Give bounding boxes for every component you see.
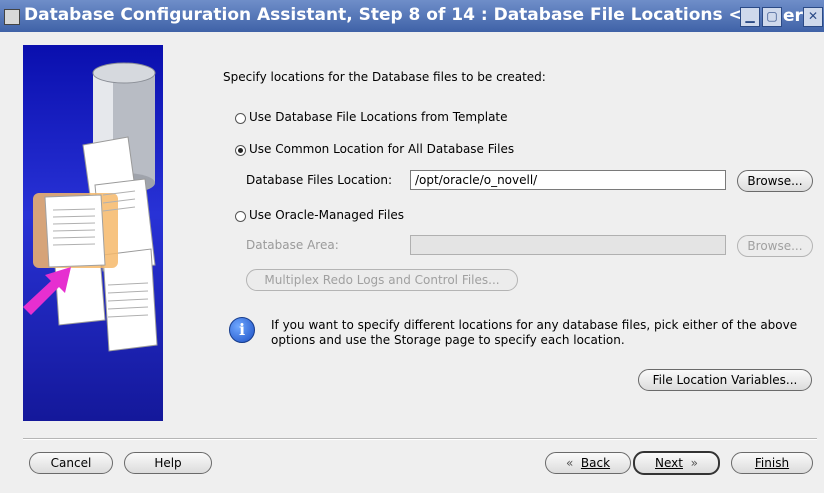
next-chevron-icon: » <box>690 456 698 470</box>
cancel-button[interactable]: Cancel <box>29 452 113 474</box>
next-label: Next <box>655 456 683 470</box>
browse-disabled-button[interactable]: Browse... <box>737 235 813 257</box>
browse-button[interactable]: Browse... <box>737 170 813 192</box>
wizard-banner-image <box>23 45 163 421</box>
instructions-heading: Specify locations for the Database files… <box>223 70 546 84</box>
close-icon[interactable]: ✕ <box>803 7 823 27</box>
database-files-location-label: Database Files Location: <box>246 173 393 187</box>
radio-template-locations[interactable] <box>235 113 246 124</box>
next-button[interactable]: Next » <box>633 451 720 475</box>
radio-common-location-label[interactable]: Use Common Location for All Database Fil… <box>249 142 514 156</box>
finish-button[interactable]: Finish <box>731 452 813 474</box>
window-title: Database Configuration Assistant, Step 8… <box>24 5 744 25</box>
radio-template-locations-label[interactable]: Use Database File Locations from Templat… <box>249 110 508 124</box>
minimize-icon[interactable]: ▁ <box>740 7 760 27</box>
radio-common-location[interactable] <box>235 145 246 156</box>
window-title-tail: er <box>783 6 803 26</box>
database-area-input[interactable] <box>410 235 726 255</box>
footer-separator <box>23 438 817 440</box>
back-button[interactable]: « Back <box>545 452 631 474</box>
finish-label: Finish <box>754 456 790 470</box>
file-location-variables-button[interactable]: File Location Variables... <box>638 369 812 391</box>
database-area-label: Database Area: <box>246 238 339 252</box>
title-bar: Database Configuration Assistant, Step 8… <box>0 0 824 32</box>
help-button[interactable]: Help <box>124 452 212 474</box>
maximize-icon[interactable]: ▢ <box>762 7 782 27</box>
database-files-illustration <box>23 62 158 352</box>
radio-oracle-managed[interactable] <box>235 211 246 222</box>
app-icon <box>4 9 20 25</box>
database-files-location-input[interactable] <box>410 170 726 190</box>
info-message: If you want to specify different locatio… <box>271 318 798 347</box>
radio-oracle-managed-label[interactable]: Use Oracle-Managed Files <box>249 208 404 222</box>
back-chevron-icon: « <box>565 456 574 470</box>
info-icon: i <box>229 317 255 343</box>
multiplex-redo-logs-button[interactable]: Multiplex Redo Logs and Control Files... <box>246 269 518 291</box>
back-label: Back <box>580 456 611 470</box>
